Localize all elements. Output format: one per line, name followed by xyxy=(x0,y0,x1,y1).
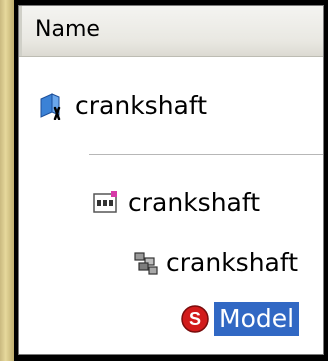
tree-node-root[interactable]: crankshaft xyxy=(37,90,207,120)
tree-node-grandchild[interactable]: crankshaft xyxy=(133,248,298,277)
column-header-label: Name xyxy=(35,17,100,42)
assembly-cubes-icon xyxy=(133,250,159,276)
tree-node-label: Model xyxy=(214,302,300,336)
tree-node-label: crankshaft xyxy=(128,188,261,217)
svg-text:S: S xyxy=(189,309,201,329)
ddb-document-icon xyxy=(92,189,119,216)
separator-line xyxy=(89,154,323,155)
tree-node-child[interactable]: crankshaft xyxy=(92,188,260,217)
column-header-divider xyxy=(19,6,22,56)
column-header[interactable]: Name xyxy=(19,6,323,57)
tree-node-label: crankshaft xyxy=(166,248,299,277)
tree-node-label: crankshaft xyxy=(75,90,208,120)
part-folder-icon xyxy=(37,90,67,120)
window-border xyxy=(0,0,14,361)
tree-view-panel: Name crankshaft crankshaft crankshaft S … xyxy=(18,5,324,355)
window-frame: Name crankshaft crankshaft crankshaft S … xyxy=(0,0,328,361)
tree-node-leaf-selected[interactable]: S Model xyxy=(180,302,300,336)
red-s-model-icon: S xyxy=(180,304,210,334)
